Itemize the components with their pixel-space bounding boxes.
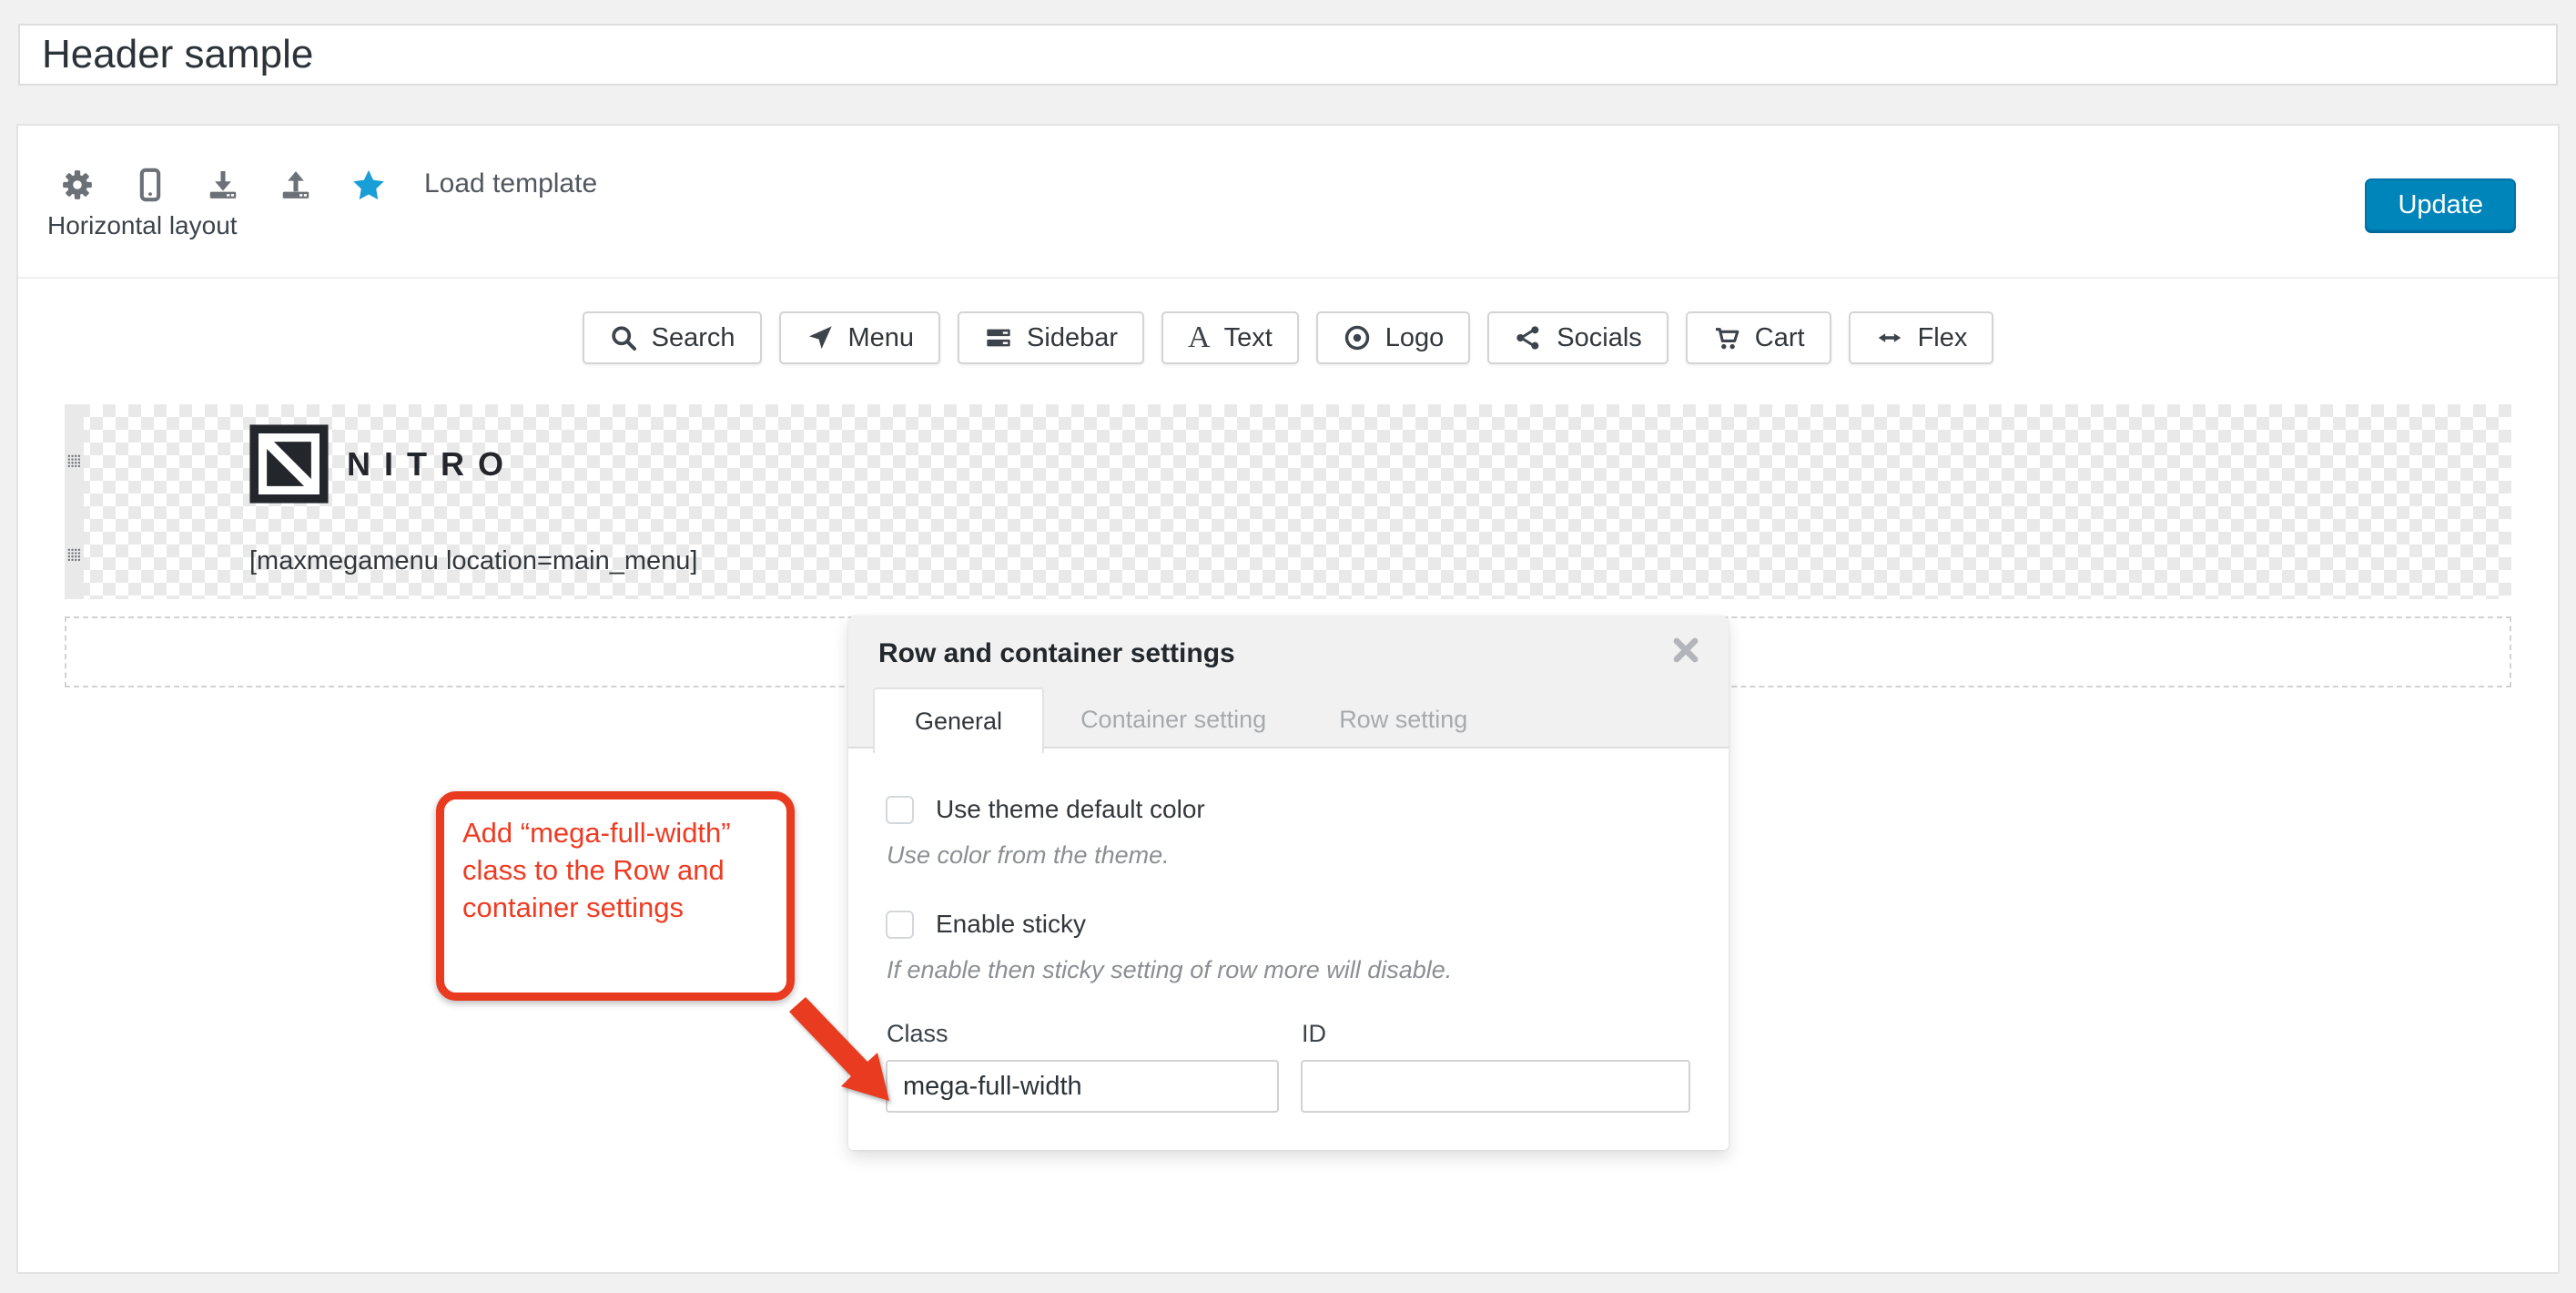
- modal-body: Use theme default color Use color from t…: [848, 750, 1729, 1150]
- search-icon: [609, 323, 638, 352]
- add-logo-button[interactable]: Logo: [1316, 311, 1471, 364]
- add-search-button[interactable]: Search: [583, 311, 762, 364]
- enable-sticky-row: Enable sticky: [886, 910, 1086, 939]
- sticky-help-text: If enable then sticky setting of row mor…: [887, 956, 1452, 984]
- add-menu-button[interactable]: Menu: [779, 311, 941, 364]
- theme-color-help-text: Use color from the theme.: [887, 841, 1170, 870]
- add-sidebar-button[interactable]: Sidebar: [958, 311, 1144, 364]
- cart-icon: [1712, 323, 1741, 352]
- text-icon: A: [1188, 323, 1211, 352]
- drag-handle-icon[interactable]: [67, 454, 81, 468]
- upload-icon[interactable]: [279, 168, 313, 202]
- id-input[interactable]: [1301, 1060, 1690, 1113]
- logo-text: NITRO: [347, 445, 517, 484]
- class-input[interactable]: [886, 1060, 1279, 1113]
- row-gutter: [65, 404, 84, 599]
- modal-tabs: General Container setting Row setting: [873, 687, 1504, 751]
- modal-header: Row and container settings General Conta…: [848, 616, 1729, 748]
- add-flex-button[interactable]: Flex: [1849, 311, 1994, 364]
- socials-icon: [1514, 323, 1543, 352]
- logo-icon: [1343, 323, 1372, 352]
- page-title-input[interactable]: [18, 24, 2558, 86]
- drag-handle-icon[interactable]: [67, 548, 81, 562]
- nitro-logo-mark-icon: [249, 424, 329, 504]
- modal-title: Row and container settings: [878, 638, 1235, 669]
- row-container-settings-modal: Row and container settings General Conta…: [848, 616, 1729, 1150]
- theme-default-color-label: Use theme default color: [936, 795, 1205, 824]
- sidebar-icon: [984, 323, 1013, 352]
- close-icon[interactable]: [1672, 636, 1699, 664]
- annotation-line: Add “mega-full-width”: [462, 814, 768, 851]
- layout-mode-label: Horizontal layout: [47, 211, 238, 240]
- add-text-button[interactable]: A Text: [1161, 311, 1299, 364]
- star-icon[interactable]: [351, 168, 386, 202]
- theme-default-color-checkbox[interactable]: [886, 796, 914, 824]
- annotation-line: container settings: [462, 889, 768, 926]
- logo-element[interactable]: NITRO: [249, 424, 517, 504]
- id-field-label: ID: [1302, 1020, 1326, 1048]
- component-buttons-row: Search Menu Sidebar A Text: [18, 311, 2558, 364]
- menu-icon: [806, 323, 835, 352]
- theme-default-color-row: Use theme default color: [886, 795, 1205, 824]
- header-preview-area: NITRO [maxmegamenu location=main_menu]: [65, 404, 2511, 599]
- builder-toolbar: [60, 168, 386, 202]
- download-icon[interactable]: [206, 168, 240, 202]
- menu-shortcode-element[interactable]: [maxmegamenu location=main_menu]: [249, 546, 697, 576]
- update-button[interactable]: Update: [2365, 178, 2516, 231]
- enable-sticky-label: Enable sticky: [936, 910, 1086, 939]
- smartphone-icon[interactable]: [133, 168, 167, 202]
- toolbar-divider: [18, 277, 2558, 279]
- annotation-arrow-icon: [781, 991, 918, 1114]
- load-template-button[interactable]: Load template: [424, 162, 597, 206]
- gear-icon[interactable]: [60, 168, 95, 202]
- tab-general[interactable]: General: [873, 687, 1044, 753]
- enable-sticky-checkbox[interactable]: [886, 911, 914, 939]
- add-cart-button[interactable]: Cart: [1686, 311, 1831, 364]
- tab-row-setting[interactable]: Row setting: [1303, 687, 1504, 751]
- flex-icon: [1875, 323, 1904, 352]
- header-builder-panel: Load template Horizontal layout Update S…: [16, 124, 2560, 1274]
- add-socials-button[interactable]: Socials: [1487, 311, 1668, 364]
- annotation-line: class to the Row and: [462, 851, 768, 889]
- tab-container-setting[interactable]: Container setting: [1044, 687, 1303, 751]
- annotation-callout: Add “mega-full-width” class to the Row a…: [436, 791, 795, 1001]
